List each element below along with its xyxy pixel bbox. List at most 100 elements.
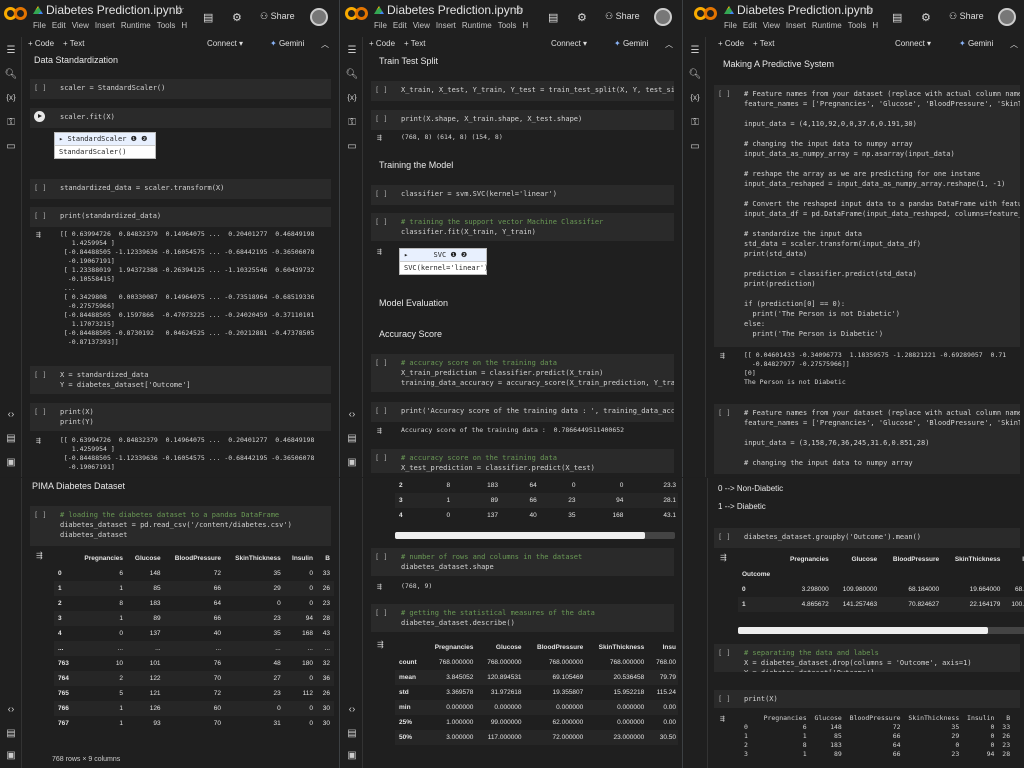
menu-help[interactable]: H bbox=[181, 21, 187, 30]
menu-edit[interactable]: Edit bbox=[393, 21, 407, 30]
scrollbar-thumb[interactable] bbox=[738, 627, 988, 634]
info-icon[interactable]: ❶ ❷ bbox=[450, 251, 467, 259]
code-cell[interactable]: [ ] print(X) bbox=[714, 690, 1020, 708]
code-cell[interactable]: [ ] classifier = svm.SVC(kernel='linear') bbox=[371, 185, 674, 205]
menu-view[interactable]: View bbox=[763, 21, 780, 30]
command-palette-icon[interactable]: ▤ bbox=[4, 728, 18, 739]
gear-icon[interactable]: ⚙ bbox=[577, 11, 587, 24]
search-icon[interactable]: 🔍︎ bbox=[345, 69, 359, 80]
toc-icon[interactable]: ☰ bbox=[345, 45, 359, 56]
cell-run-bracket[interactable]: [ ] bbox=[718, 532, 731, 542]
key-icon[interactable]: ⚿ bbox=[4, 117, 18, 128]
code-cell[interactable]: [ ] standardized_data = scaler.transform(… bbox=[30, 179, 331, 199]
share-button[interactable]: ⚇ Share bbox=[949, 11, 984, 22]
code-cell[interactable]: [ ] # accuracy score on the training data… bbox=[371, 354, 674, 392]
menu-view[interactable]: View bbox=[72, 21, 89, 30]
cell-run-bracket[interactable]: [ ] bbox=[375, 85, 388, 95]
code-snippets-icon[interactable]: ‹› bbox=[345, 409, 359, 420]
notebook-title[interactable]: Diabetes Prediction.ipynb bbox=[46, 3, 182, 17]
collapse-icon[interactable]: ︿ bbox=[665, 39, 673, 50]
comment-icon[interactable]: ▤ bbox=[548, 11, 558, 24]
command-palette-icon[interactable]: ▤ bbox=[345, 433, 359, 444]
output-icon[interactable]: ⇶ bbox=[377, 133, 382, 142]
search-icon[interactable]: 🔍︎ bbox=[688, 69, 702, 80]
code-cell[interactable]: [ ] print(X.shape, X_train.shape, X_test.… bbox=[371, 110, 674, 130]
command-palette-icon[interactable]: ▤ bbox=[345, 728, 359, 739]
output-icon[interactable]: ⇶ bbox=[377, 247, 382, 256]
toc-icon[interactable]: ☰ bbox=[4, 45, 18, 56]
menu-file[interactable]: File bbox=[33, 21, 46, 30]
share-button[interactable]: ⚇ Share bbox=[605, 11, 640, 22]
cell-run-bracket[interactable]: [ ] bbox=[375, 217, 388, 227]
folder-icon[interactable]: ▭ bbox=[345, 141, 359, 152]
add-code-button[interactable]: + Code bbox=[28, 39, 54, 48]
code-snippets-icon[interactable]: ‹› bbox=[345, 704, 359, 715]
menu-runtime[interactable]: Runtime bbox=[812, 21, 842, 30]
code-cell[interactable]: scaler.fit(X) bbox=[30, 108, 331, 128]
key-icon[interactable]: ⚿ bbox=[345, 117, 359, 128]
cell-run-bracket[interactable]: [ ] bbox=[375, 189, 388, 199]
key-icon[interactable]: ⚿ bbox=[688, 117, 702, 128]
run-icon[interactable] bbox=[34, 111, 45, 122]
variables-icon[interactable]: {x} bbox=[345, 93, 359, 102]
cell-run-bracket[interactable]: [ ] bbox=[375, 453, 388, 463]
collapse-icon[interactable]: ︿ bbox=[321, 39, 329, 50]
code-cell[interactable]: [ ] X_train, X_test, Y_train, Y_test = tr… bbox=[371, 81, 674, 101]
output-icon[interactable]: ⇶ bbox=[377, 582, 382, 591]
scrollbar-thumb[interactable] bbox=[395, 532, 645, 539]
menu-help[interactable]: H bbox=[522, 21, 528, 30]
gear-icon[interactable]: ⚙ bbox=[921, 11, 931, 24]
cell-run-bracket[interactable]: [ ] bbox=[375, 552, 388, 562]
horizontal-scrollbar[interactable] bbox=[738, 627, 1024, 634]
menu-insert[interactable]: Insert bbox=[95, 21, 115, 30]
output-icon[interactable]: ⇶ bbox=[720, 714, 725, 723]
gear-icon[interactable]: ⚙ bbox=[232, 11, 242, 24]
add-text-button[interactable]: + Text bbox=[63, 39, 84, 48]
cell-run-bracket[interactable]: [ ] bbox=[718, 408, 731, 418]
variables-icon[interactable]: {x} bbox=[688, 93, 702, 102]
code-cell[interactable]: [ ] # loading the diabetes dataset to a p… bbox=[30, 506, 331, 546]
connect-button[interactable]: Connect ▾ bbox=[207, 39, 243, 48]
gemini-button[interactable]: ✦ Gemini bbox=[270, 39, 304, 48]
star-icon[interactable]: ☆ bbox=[514, 3, 524, 16]
output-icon[interactable]: ⇶ bbox=[36, 436, 41, 445]
add-text-button[interactable]: + Text bbox=[753, 39, 774, 48]
output-icon[interactable]: ⇶ bbox=[36, 230, 41, 239]
share-button[interactable]: ⚇ Share bbox=[260, 11, 295, 22]
menu-edit[interactable]: Edit bbox=[743, 21, 757, 30]
menu-file[interactable]: File bbox=[374, 21, 387, 30]
add-text-button[interactable]: + Text bbox=[404, 39, 425, 48]
cell-run-bracket[interactable]: [ ] bbox=[34, 183, 47, 193]
menu-file[interactable]: File bbox=[724, 21, 737, 30]
code-snippets-icon[interactable]: ‹› bbox=[4, 409, 18, 420]
gemini-button[interactable]: ✦ Gemini bbox=[959, 39, 993, 48]
cell-run-bracket[interactable]: [ ] bbox=[34, 407, 47, 417]
add-code-button[interactable]: + Code bbox=[718, 39, 744, 48]
code-cell[interactable]: [ ] # training the support vector Machine… bbox=[371, 213, 674, 241]
collapse-icon[interactable]: ︿ bbox=[1010, 39, 1018, 50]
search-icon[interactable]: 🔍︎ bbox=[4, 69, 18, 80]
comment-icon[interactable]: ▤ bbox=[203, 11, 213, 24]
comment-icon[interactable]: ▤ bbox=[892, 11, 902, 24]
code-cell[interactable]: [ ] print(standardized_data) bbox=[30, 207, 331, 227]
variables-icon[interactable]: {x} bbox=[4, 93, 18, 102]
cell-run-bracket[interactable]: [ ] bbox=[718, 694, 731, 704]
code-cell[interactable]: [ ] # number of rows and columns in the d… bbox=[371, 548, 674, 576]
cell-run-bracket[interactable]: [ ] bbox=[718, 89, 731, 99]
menu-runtime[interactable]: Runtime bbox=[462, 21, 492, 30]
output-icon[interactable]: ⇶ bbox=[36, 551, 43, 560]
cell-run-bracket[interactable]: [ ] bbox=[375, 114, 388, 124]
code-cell[interactable]: [ ] print(X) print(Y) bbox=[30, 403, 331, 431]
terminal-icon[interactable]: ▣ bbox=[345, 750, 359, 761]
menu-runtime[interactable]: Runtime bbox=[121, 21, 151, 30]
output-icon[interactable]: ⇶ bbox=[720, 553, 727, 562]
folder-icon[interactable]: ▭ bbox=[4, 141, 18, 152]
terminal-icon[interactable]: ▣ bbox=[345, 457, 359, 468]
notebook-title[interactable]: Diabetes Prediction.ipynb bbox=[737, 3, 873, 17]
estimator-widget[interactable]: ▸ SVC ❶ ❷ SVC(kernel='linear') bbox=[399, 248, 488, 275]
menu-view[interactable]: View bbox=[413, 21, 430, 30]
connect-button[interactable]: Connect ▾ bbox=[551, 39, 587, 48]
code-cell[interactable]: [ ] # separating the data and labels X = … bbox=[714, 644, 1020, 672]
cell-run-bracket[interactable]: [ ] bbox=[375, 608, 388, 618]
notebook-title[interactable]: Diabetes Prediction.ipynb bbox=[387, 3, 523, 17]
